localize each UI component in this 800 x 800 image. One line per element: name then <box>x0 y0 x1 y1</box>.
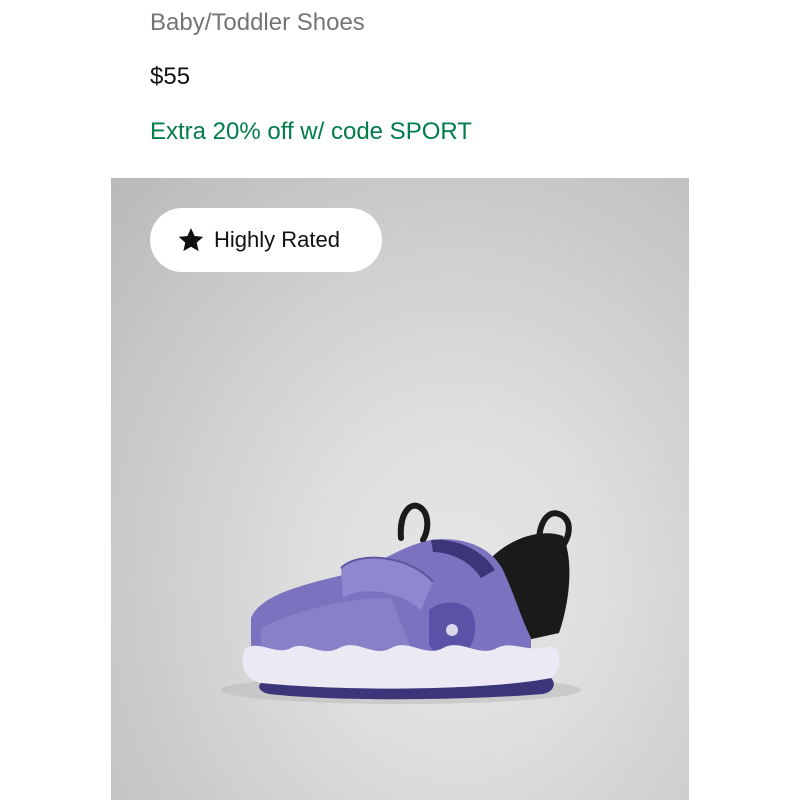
product-image-card[interactable]: Highly Rated <box>111 178 689 800</box>
shoe-midsole <box>242 645 560 689</box>
shoe-tongue-tab <box>397 502 431 543</box>
product-subtitle: Baby/Toddler Shoes <box>150 9 365 36</box>
star-icon <box>176 225 206 255</box>
jumpman-logo <box>446 624 458 636</box>
badge-label: Highly Rated <box>214 227 340 252</box>
product-price: $55 <box>150 63 191 90</box>
promo-text: Extra 20% off w/ code SPORT <box>150 118 472 145</box>
highly-rated-badge: Highly Rated <box>150 208 382 272</box>
product-page: Baby/Toddler Shoes $55 Extra 20% off w/ … <box>0 0 800 800</box>
